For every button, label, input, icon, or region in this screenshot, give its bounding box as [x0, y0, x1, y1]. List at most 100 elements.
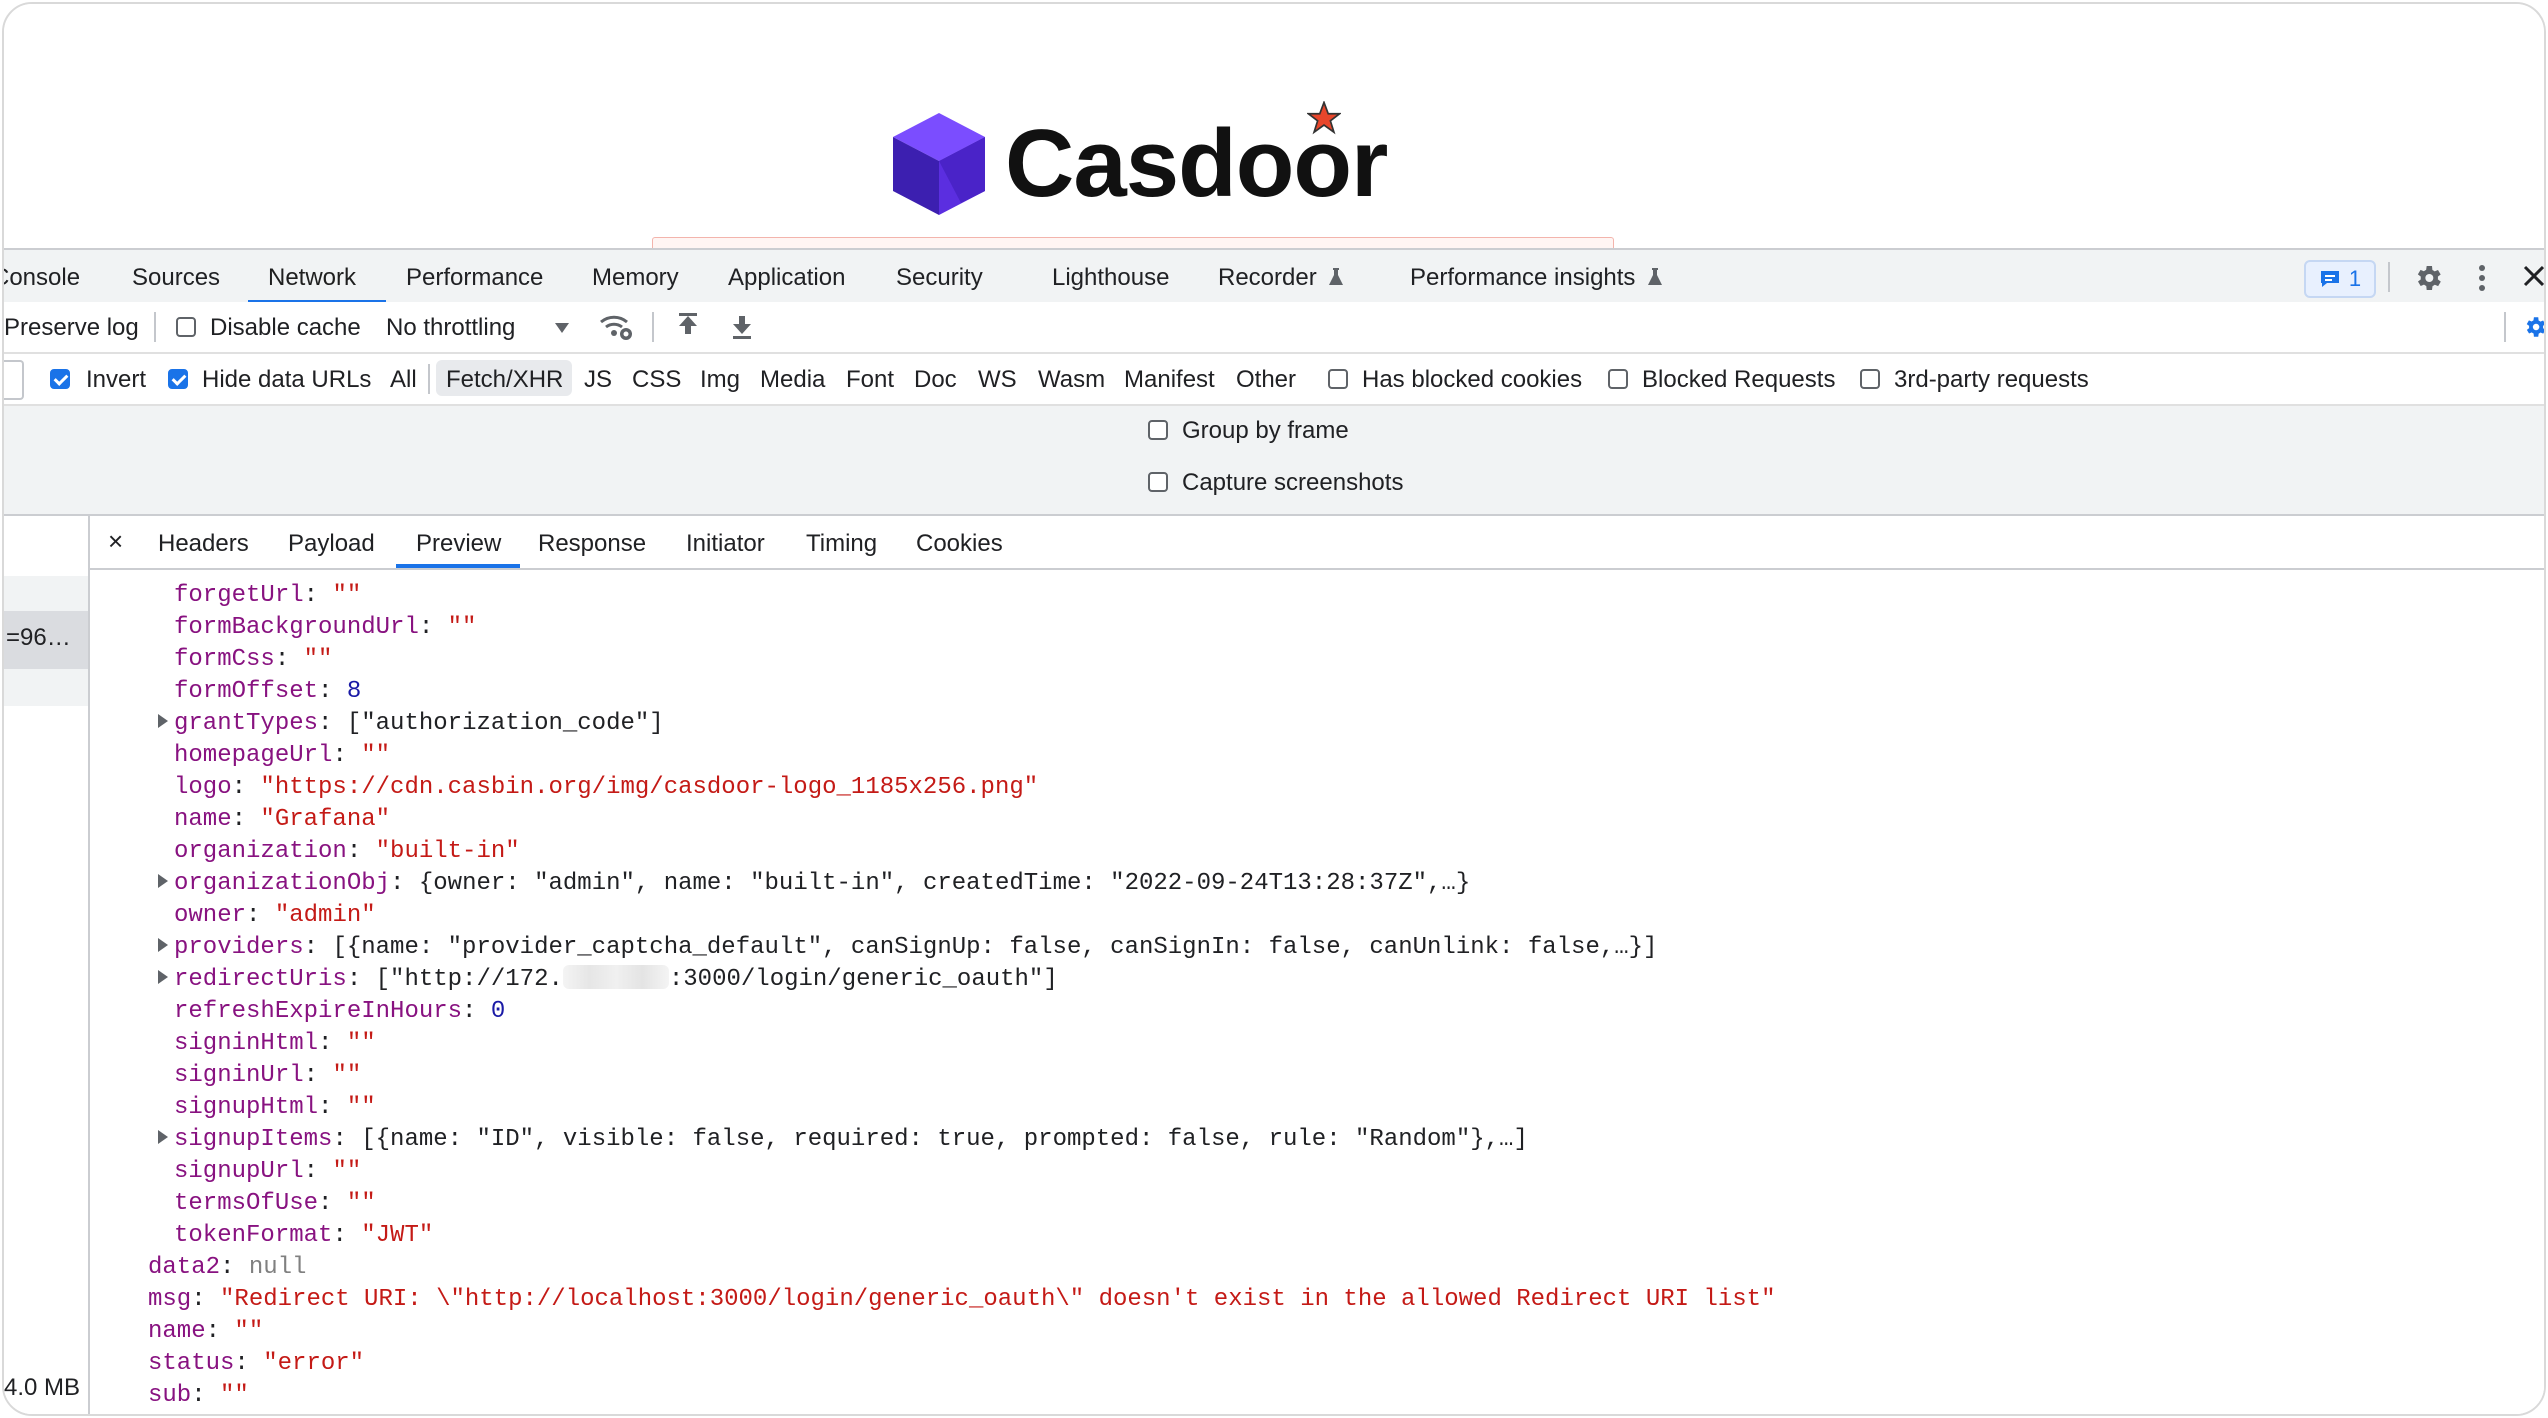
expand-triangle-icon[interactable] [158, 874, 168, 888]
filter-fetch-xhr[interactable]: Fetch/XHR [446, 366, 563, 394]
json-value: 8 [346, 678, 362, 705]
json-key: redirectUris [174, 966, 347, 993]
invert-checkbox[interactable] [50, 369, 70, 389]
json-line: organization: "built-in" [174, 838, 520, 865]
tab-initiator[interactable]: Initiator [686, 530, 765, 558]
json-value: "" [346, 1094, 376, 1121]
tab-recorder[interactable]: Recorder [1218, 264, 1344, 292]
preserve-log-label[interactable]: Preserve log [4, 314, 139, 342]
network-conditions-icon[interactable] [598, 312, 634, 342]
json-value: "" [346, 1030, 376, 1057]
tab-application[interactable]: Application [728, 264, 845, 292]
json-line[interactable]: redirectUris: ["http://172.:3000/login/g… [158, 964, 1058, 996]
has-blocked-cookies-label: Has blocked cookies [1362, 366, 1583, 393]
import-har-icon[interactable] [676, 312, 700, 340]
json-line: formBackgroundUrl: "" [174, 614, 477, 641]
expand-triangle-icon[interactable] [158, 714, 168, 728]
json-line: formOffset: 8 [174, 678, 362, 705]
json-key: grantTypes [174, 710, 319, 737]
filter-media[interactable]: Media [760, 366, 825, 394]
json-value: [{name: "ID", visible: false, required: … [361, 1126, 1528, 1153]
expand-triangle-icon[interactable] [158, 938, 168, 952]
json-line: signupHtml: "" [174, 1094, 376, 1121]
chevron-down-icon[interactable] [554, 322, 570, 334]
filter-input[interactable] [4, 360, 24, 400]
json-line: refreshExpireInHours: 0 [174, 998, 506, 1025]
filter-css[interactable]: CSS [632, 366, 681, 394]
capture-screenshots-checkbox[interactable] [1148, 472, 1168, 492]
tab-memory[interactable]: Memory [592, 264, 679, 292]
filter-font[interactable]: Font [846, 366, 894, 394]
issues-badge[interactable]: 1 [2304, 260, 2376, 298]
network-settings-gear-icon[interactable] [2522, 314, 2546, 340]
json-line[interactable]: grantTypes: ["authorization_code"] [158, 708, 664, 740]
third-party-requests-checkbox[interactable] [1860, 369, 1880, 389]
tab-performance[interactable]: Performance [406, 264, 543, 292]
tab-response[interactable]: Response [538, 530, 646, 558]
json-line[interactable]: providers: [{name: "provider_captcha_def… [158, 932, 1657, 964]
tab-recorder-label: Recorder [1218, 264, 1317, 291]
filter-ws[interactable]: WS [978, 366, 1017, 394]
hide-data-urls-label: Hide data URLs [202, 366, 372, 393]
tab-preview[interactable]: Preview [416, 530, 501, 558]
json-key: signinUrl [174, 1062, 304, 1089]
json-line: signinHtml: "" [174, 1030, 376, 1057]
json-key: sub [148, 1382, 192, 1409]
expand-triangle-icon[interactable] [158, 1130, 168, 1144]
blocked-requests-checkbox[interactable] [1608, 369, 1628, 389]
tab-payload[interactable]: Payload [288, 530, 375, 558]
json-key: formOffset [174, 678, 319, 705]
expand-triangle-icon[interactable] [158, 970, 168, 984]
json-value: "JWT" [361, 1222, 434, 1249]
tab-performance-insights[interactable]: Performance insights [1410, 264, 1663, 292]
filter-js[interactable]: JS [584, 366, 612, 394]
json-value: :3000/login/generic_oauth"] [668, 966, 1058, 993]
network-toolbar: Preserve log Disable cache No throttling [4, 302, 2544, 354]
filter-all[interactable]: All [390, 366, 417, 394]
json-line[interactable]: signupItems: [{name: "ID", visible: fals… [158, 1124, 1528, 1156]
tab-console[interactable]: Console [4, 264, 80, 292]
toolbar-divider [652, 312, 654, 342]
json-key: refreshExpireInHours [174, 998, 463, 1025]
throttling-select[interactable]: No throttling [386, 314, 515, 342]
filter-img[interactable]: Img [700, 366, 740, 394]
gear-icon[interactable] [2412, 262, 2444, 294]
request-list: =96… 4.0 MB [4, 516, 90, 1414]
filter-wasm[interactable]: Wasm [1038, 366, 1105, 394]
tab-headers[interactable]: Headers [158, 530, 249, 558]
json-line: tokenFormat: "JWT" [174, 1222, 434, 1249]
filter-doc[interactable]: Doc [914, 366, 957, 394]
filter-other[interactable]: Other [1236, 366, 1296, 394]
tab-sources[interactable]: Sources [132, 264, 220, 292]
has-blocked-cookies-checkbox[interactable] [1328, 369, 1348, 389]
filter-manifest[interactable]: Manifest [1124, 366, 1215, 394]
capture-screenshots-label: Capture screenshots [1182, 469, 1404, 496]
json-line[interactable]: organizationObj: {owner: "admin", name: … [158, 868, 1470, 900]
tab-timing[interactable]: Timing [806, 530, 877, 558]
disable-cache-checkbox[interactable] [176, 317, 196, 337]
transfer-size: 4.0 MB [4, 1374, 81, 1401]
json-line: forgetUrl: "" [174, 582, 362, 609]
export-har-icon[interactable] [730, 312, 754, 340]
devtools-tabbar: Console Sources Network Performance Memo… [4, 248, 2544, 306]
tab-lighthouse[interactable]: Lighthouse [1052, 264, 1169, 292]
json-line: data2: null [148, 1254, 307, 1281]
json-value: "" [220, 1382, 249, 1409]
json-value: "" [361, 742, 391, 769]
json-line: name: "" [148, 1318, 264, 1345]
hide-data-urls-checkbox[interactable] [168, 369, 188, 389]
close-devtools-icon[interactable] [2522, 264, 2546, 288]
json-value: {owner: "admin", name: "built-in", creat… [418, 870, 1471, 897]
json-line: termsOfUse: "" [174, 1190, 376, 1217]
redacted-ip [562, 965, 669, 989]
json-value: "https://cdn.casbin.org/img/casdoor-logo… [260, 774, 1039, 801]
json-line: status: "error" [148, 1350, 365, 1377]
tab-network[interactable]: Network [268, 264, 356, 292]
json-value: "admin" [274, 902, 376, 929]
close-detail-icon[interactable]: × [108, 526, 123, 557]
group-by-frame-checkbox[interactable] [1148, 420, 1168, 440]
json-key: status [148, 1350, 235, 1377]
tab-cookies[interactable]: Cookies [916, 530, 1003, 558]
tab-security[interactable]: Security [896, 264, 983, 292]
more-options-icon[interactable] [2476, 262, 2488, 294]
